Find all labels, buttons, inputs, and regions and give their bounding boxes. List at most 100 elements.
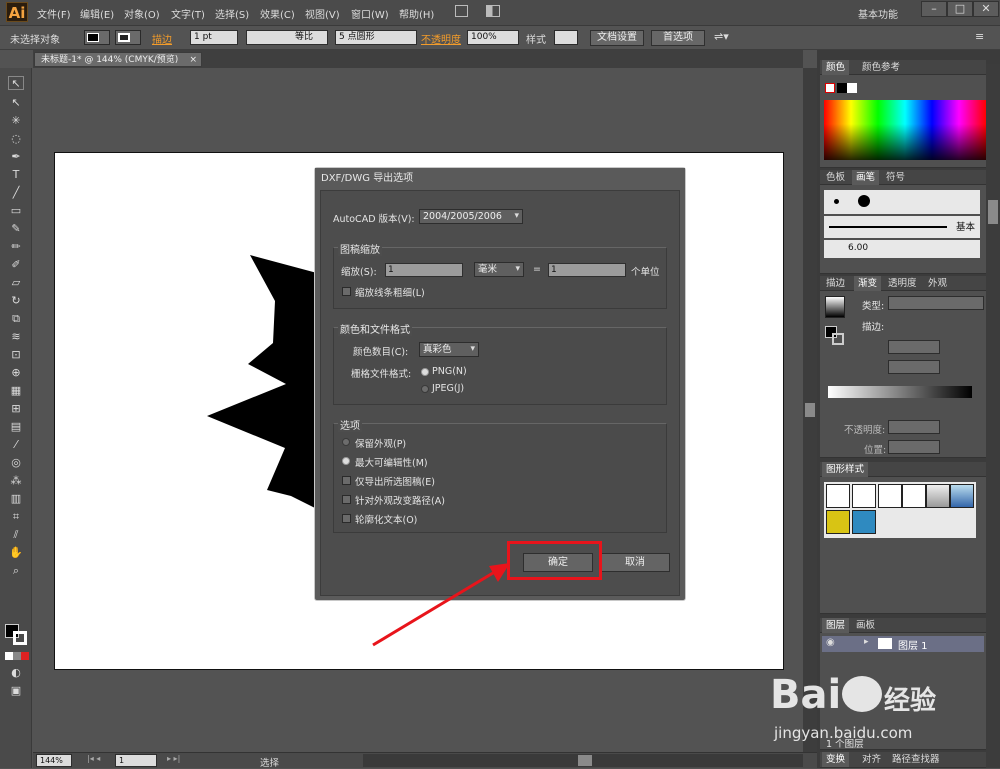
artboard-tool-icon[interactable]: ⌗: [8, 510, 24, 524]
autocad-version-dropdown[interactable]: 2004/2005/2006: [419, 209, 523, 224]
gradient-slider[interactable]: [828, 386, 972, 398]
mesh-tool-icon[interactable]: ⊞: [8, 402, 24, 416]
lasso-tool-icon[interactable]: ◌: [8, 132, 24, 146]
type-tool-icon[interactable]: T: [8, 168, 24, 182]
gradient-angle-field[interactable]: [888, 340, 940, 354]
vertical-scroll-thumb[interactable]: [805, 403, 815, 417]
menu-window[interactable]: 窗口(W): [351, 6, 389, 21]
symbol-sprayer-tool-icon[interactable]: ⁂: [8, 474, 24, 488]
eyedropper-tool-icon[interactable]: ⁄: [8, 438, 24, 452]
shape-builder-tool-icon[interactable]: ⊕: [8, 366, 24, 380]
menu-effect[interactable]: 效果(C): [260, 6, 295, 21]
jpeg-radio[interactable]: [421, 385, 429, 393]
rotate-tool-icon[interactable]: ↻: [8, 294, 24, 308]
opacity-label[interactable]: 不透明度: [421, 31, 461, 46]
free-transform-tool-icon[interactable]: ⊡: [8, 348, 24, 362]
color-spectrum[interactable]: [824, 100, 986, 160]
layer-row[interactable]: ◉ ▸ 图层 1: [822, 636, 984, 652]
brush-tips-row[interactable]: [824, 190, 980, 214]
menu-select[interactable]: 选择(S): [215, 6, 249, 21]
tab-align[interactable]: 对齐: [858, 752, 885, 767]
vertical-scrollbar[interactable]: [803, 68, 817, 752]
zoom-tool-icon[interactable]: ⌕: [8, 564, 24, 578]
tab-symbols[interactable]: 符号: [882, 170, 909, 185]
tab-stroke[interactable]: 描边: [822, 276, 849, 291]
graphic-style-dropdown[interactable]: [554, 30, 578, 45]
artboard-nav-next-icon[interactable]: ▸ ▸|: [167, 754, 180, 763]
basic-brush-row[interactable]: 基本: [824, 216, 980, 238]
units-input[interactable]: 1: [548, 263, 626, 277]
tab-artboards[interactable]: 画板: [852, 618, 879, 633]
bridge-icon[interactable]: [455, 5, 468, 17]
tab-gradient[interactable]: 渐变: [854, 276, 882, 291]
style-white[interactable]: [878, 484, 902, 508]
zoom-field[interactable]: 144%: [36, 754, 72, 767]
color-mode-icons[interactable]: [5, 652, 29, 660]
warp-tool-icon[interactable]: ≋: [8, 330, 24, 344]
document-setup-button[interactable]: 文档设置: [590, 30, 644, 46]
screen-mode-icon[interactable]: ▣: [8, 684, 24, 698]
gradient-tool-icon[interactable]: ▤: [8, 420, 24, 434]
maximize-button[interactable]: □: [947, 1, 973, 17]
stroke-color-dropdown[interactable]: [115, 30, 141, 45]
gradient-thumbnail[interactable]: [825, 296, 845, 318]
line-tool-icon[interactable]: ╱: [8, 186, 24, 200]
white-swatch[interactable]: [847, 83, 857, 93]
brush-tip-large[interactable]: [858, 195, 870, 207]
tab-graphic-styles[interactable]: 图形样式: [822, 462, 869, 477]
close-tab-icon[interactable]: ×: [189, 53, 197, 68]
menu-type[interactable]: 文字(T): [171, 6, 205, 21]
png-radio[interactable]: [421, 368, 429, 376]
brush-tip-small[interactable]: [834, 199, 839, 204]
eraser-tool-icon[interactable]: ▱: [8, 276, 24, 290]
menu-help[interactable]: 帮助(H): [399, 6, 434, 21]
panel-scroll-thumb[interactable]: [988, 200, 998, 224]
direct-selection-tool-icon[interactable]: ↖: [8, 96, 24, 110]
variable-width-profile[interactable]: 等比: [246, 30, 328, 45]
none-swatch-icon[interactable]: [825, 83, 835, 93]
draw-mode-icon[interactable]: ◐: [8, 666, 24, 680]
blob-brush-tool-icon[interactable]: ✐: [8, 258, 24, 272]
layer-name[interactable]: 图层 1: [898, 637, 928, 652]
minimize-button[interactable]: –: [921, 1, 947, 17]
tab-pathfinder[interactable]: 路径查找器: [888, 752, 944, 767]
scale-tool-icon[interactable]: ⧉: [8, 312, 24, 326]
menu-object[interactable]: 对象(O): [124, 6, 160, 21]
close-button[interactable]: ✕: [973, 1, 999, 17]
artboard-nav-prev-icon[interactable]: |◂ ◂: [87, 754, 100, 763]
style-yellow-pattern[interactable]: [826, 510, 850, 534]
stroke-label[interactable]: 描边: [152, 31, 172, 46]
tab-appearance[interactable]: 外观: [924, 276, 951, 291]
style-blue[interactable]: [950, 484, 974, 508]
unit-dropdown[interactable]: 毫米: [474, 262, 524, 277]
calligraphic-brush-row[interactable]: 6.00: [824, 240, 980, 258]
gradient-location-field[interactable]: [888, 440, 940, 454]
expand-arrow-icon[interactable]: ▸: [864, 637, 869, 647]
outline-text-checkbox[interactable]: [342, 514, 351, 523]
style-default[interactable]: [826, 484, 850, 508]
style-blue-pattern[interactable]: [852, 510, 876, 534]
pen-tool-icon[interactable]: ✒: [8, 150, 24, 164]
tab-transform[interactable]: 变换: [822, 752, 850, 767]
horizontal-scroll-thumb[interactable]: [578, 755, 592, 766]
magic-wand-tool-icon[interactable]: ✳: [8, 114, 24, 128]
artboard-number-field[interactable]: 1: [115, 754, 157, 767]
tab-transparency[interactable]: 透明度: [884, 276, 921, 291]
tab-swatches[interactable]: 色板: [822, 170, 849, 185]
tab-color-guide[interactable]: 颜色参考: [858, 60, 904, 75]
alter-paths-checkbox[interactable]: [342, 495, 351, 504]
perspective-grid-tool-icon[interactable]: ▦: [8, 384, 24, 398]
style-shadow[interactable]: [926, 484, 950, 508]
selection-tool-icon[interactable]: ↖: [8, 76, 24, 90]
gradient-aspect-field[interactable]: [888, 360, 940, 374]
paintbrush-tool-icon[interactable]: ✎: [8, 222, 24, 236]
tab-color[interactable]: 颜色: [822, 60, 850, 75]
stroke-swatch[interactable]: [13, 631, 27, 645]
max-editability-radio[interactable]: [342, 457, 350, 465]
tab-layers[interactable]: 图层: [822, 618, 850, 633]
slice-tool-icon[interactable]: ⫽: [8, 528, 24, 542]
scale-lineweights-checkbox[interactable]: [342, 287, 351, 296]
export-selected-checkbox[interactable]: [342, 476, 351, 485]
arrange-icon[interactable]: ⇌▾: [714, 30, 729, 43]
gradient-type-dropdown[interactable]: [888, 296, 984, 310]
